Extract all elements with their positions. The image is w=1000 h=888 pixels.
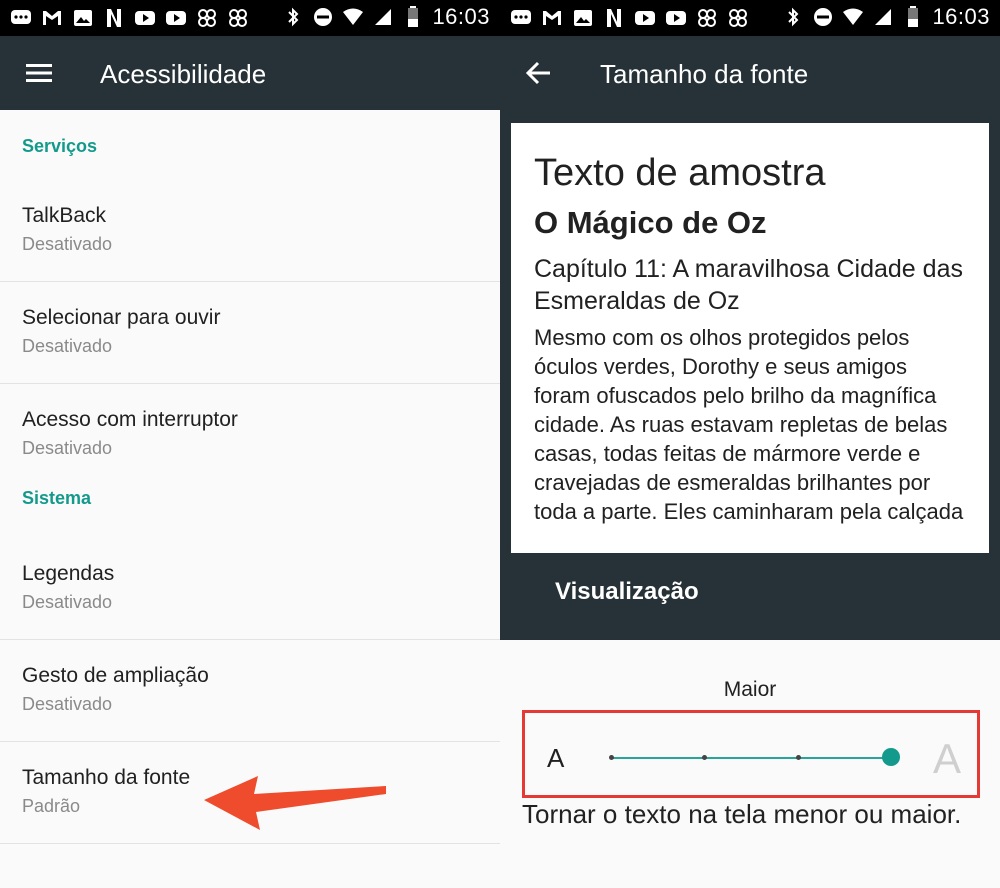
gmail-icon (541, 7, 563, 29)
bluetooth-icon (782, 6, 804, 28)
font-size-screen: 16:03 Tamanho da fonte Texto de amostra … (500, 0, 1000, 888)
accessibility-screen: 16:03 Acessibilidade Serviços TalkBack D… (0, 0, 500, 888)
item-subtitle: Desativado (22, 336, 113, 356)
youtube-icon-2 (665, 7, 687, 29)
page-title: Acessibilidade (100, 59, 267, 89)
gmail-icon (41, 7, 63, 29)
settings-item-select-to-speak[interactable]: Selecionar para ouvir Desativado (0, 282, 500, 384)
red-arrow-annotation (200, 772, 390, 837)
menu-icon[interactable] (22, 58, 56, 88)
preview-heading: Texto de amostra (534, 152, 826, 194)
item-title: TalkBack (22, 204, 107, 227)
youtube-icon (134, 7, 156, 29)
section-header-system: Sistema (22, 488, 92, 508)
messenger-icon (510, 7, 532, 29)
item-subtitle: Desativado (22, 438, 113, 458)
wifi-icon (342, 6, 364, 28)
pinwheel-icon-2 (727, 7, 749, 29)
slider-thumb[interactable] (882, 748, 900, 766)
settings-item-captions[interactable]: Legendas Desativado (0, 538, 500, 640)
font-size-slider[interactable] (609, 748, 900, 766)
settings-item-switch-access[interactable]: Acesso com interruptor Desativado (0, 384, 500, 488)
wifi-icon (842, 6, 864, 28)
item-title: Gesto de ampliação (22, 664, 209, 687)
font-size-value: Maior (723, 678, 777, 701)
notification-icons (10, 7, 249, 29)
system-icons: 16:03 (282, 4, 490, 30)
slider-tick (796, 755, 801, 760)
signal-icon (872, 6, 894, 28)
pinwheel-icon-2 (227, 7, 249, 29)
system-icons: 16:03 (782, 4, 990, 30)
item-subtitle: Desativado (22, 694, 113, 714)
do-not-disturb-icon (312, 6, 334, 28)
clock: 16:03 (932, 4, 990, 29)
preview-card[interactable]: Texto de amostra O Mágico de Oz Capítulo… (511, 123, 989, 553)
app-bar: Tamanho da fonte (500, 36, 1000, 110)
netflix-icon (603, 7, 625, 29)
settings-list: Serviços TalkBack Desativado Selecionar … (0, 110, 500, 844)
item-title: Selecionar para ouvir (22, 306, 221, 329)
youtube-icon-2 (165, 7, 187, 29)
preview-chapter: Capítulo 11: A maravilhosa Cidade das Es… (534, 255, 963, 315)
item-subtitle: Desativado (22, 234, 113, 254)
small-text-icon: A (547, 743, 565, 773)
clock: 16:03 (432, 4, 490, 29)
slider-tick (609, 755, 614, 760)
image-icon (72, 7, 94, 29)
slider-track (611, 757, 891, 759)
do-not-disturb-icon (812, 6, 834, 28)
slider-tick (702, 755, 707, 760)
item-title: Legendas (22, 562, 115, 585)
youtube-icon (634, 7, 656, 29)
bluetooth-icon (282, 6, 304, 28)
notification-icons (510, 7, 749, 29)
status-bar: 16:03 (0, 0, 500, 36)
font-size-hint: Tornar o texto na tela menor ou maior. (522, 799, 962, 829)
page-title: Tamanho da fonte (600, 59, 809, 89)
item-title: Acesso com interruptor (22, 408, 238, 431)
settings-item-talkback[interactable]: TalkBack Desativado (0, 180, 500, 282)
back-arrow-icon[interactable] (522, 58, 556, 88)
item-subtitle: Desativado (22, 592, 113, 612)
signal-icon (372, 6, 394, 28)
battery-icon (402, 6, 424, 28)
messenger-icon (10, 7, 32, 29)
settings-item-magnification-gesture[interactable]: Gesto de ampliação Desativado (0, 640, 500, 742)
font-size-slider-container: A A (522, 710, 980, 798)
app-bar: Acessibilidade (0, 36, 500, 110)
status-bar: 16:03 (500, 0, 1000, 36)
pinwheel-icon (696, 7, 718, 29)
preview-label: Visualização (555, 578, 699, 605)
pinwheel-icon (196, 7, 218, 29)
section-header-services: Serviços (22, 136, 98, 156)
image-icon (572, 7, 594, 29)
battery-icon (902, 6, 924, 28)
preview-book-title: O Mágico de Oz (534, 205, 767, 240)
preview-body: Mesmo com os olhos protegidos pelos ócul… (534, 325, 964, 524)
large-text-icon: A (932, 735, 961, 782)
netflix-icon (103, 7, 125, 29)
